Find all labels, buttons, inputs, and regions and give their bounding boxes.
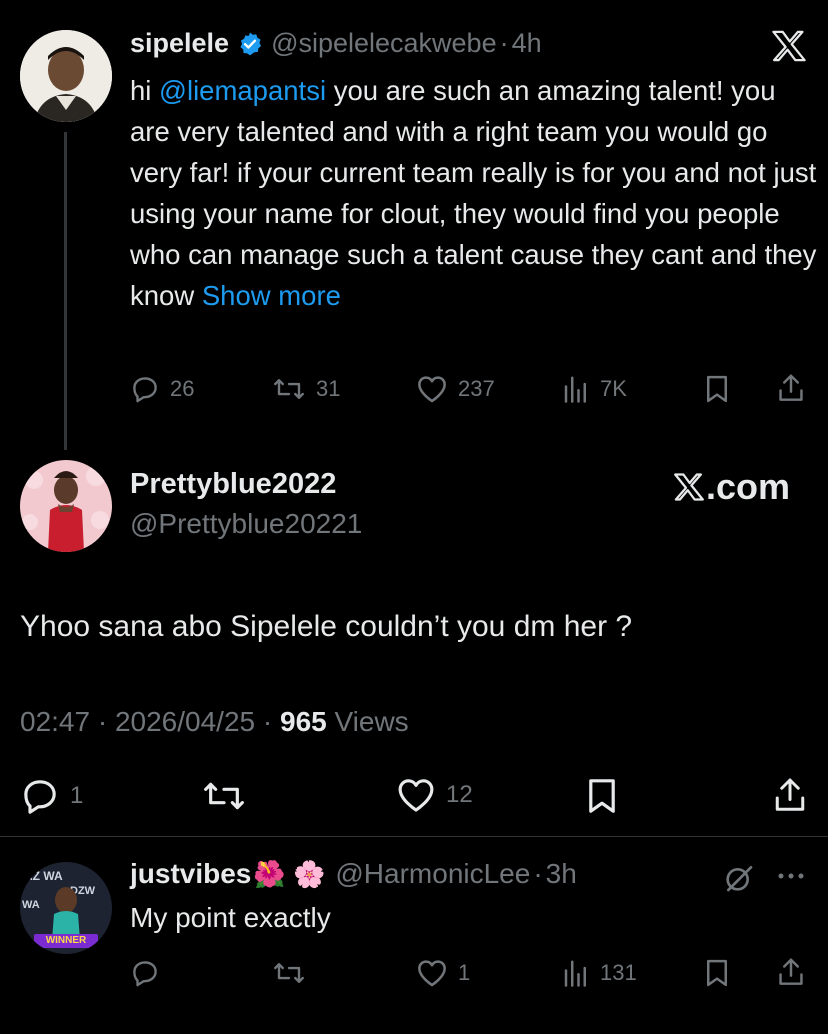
tweet3-like-button[interactable]: 1 <box>416 958 470 988</box>
tweet2-meta: 02:47 · 2026/04/25 · 965 Views <box>20 706 409 738</box>
share-icon <box>772 774 808 816</box>
repost-icon <box>272 958 306 988</box>
svg-text:WA: WA <box>22 899 40 911</box>
tweet3-like-count: 1 <box>458 960 471 985</box>
tweet2-repost-button[interactable] <box>202 776 246 816</box>
tweet3-separator: · <box>533 858 543 889</box>
tweet3-repost-button[interactable] <box>272 958 306 988</box>
avatar-prettyblue[interactable] <box>20 460 112 552</box>
tweet2-bookmark-button[interactable] <box>586 776 618 816</box>
repost-icon <box>272 374 306 404</box>
tweet1-repost-button[interactable]: 31 <box>272 374 340 404</box>
tweet1-time[interactable]: 4h <box>512 28 542 59</box>
tweet3-emoji: 🌺 🌸 <box>253 858 326 889</box>
reply-icon <box>20 776 60 816</box>
verified-badge-icon <box>237 31 263 57</box>
tweet3-time[interactable]: 3h <box>546 858 577 890</box>
x-logo-icon[interactable] <box>772 30 806 62</box>
tweet2-reply-count: 1 <box>70 782 84 809</box>
share-icon <box>776 372 806 404</box>
divider <box>0 836 828 837</box>
svg-text:AZ WA: AZ WA <box>24 869 63 883</box>
meta-sep-1: · <box>97 706 108 737</box>
tweet1-views-button[interactable]: 7K <box>562 374 627 404</box>
tweet3-text: My point exactly <box>130 902 331 933</box>
tweet3-header: justvibes 🌺 🌸 @HarmonicLee · 3h <box>130 858 577 890</box>
tweet3-handle[interactable]: @HarmonicLee <box>335 858 530 890</box>
more-options-icon[interactable] <box>776 866 806 886</box>
tweet2-time[interactable]: 02:47 <box>20 706 90 737</box>
reply-icon <box>130 374 160 404</box>
mention-link[interactable]: @liemapantsi <box>159 75 326 106</box>
tweet1-header: sipelele @sipelelecakwebe · 4h <box>130 28 542 59</box>
tweet2-display-name[interactable]: Prettyblue2022 <box>130 468 336 501</box>
show-more-link[interactable]: Show more <box>202 280 341 311</box>
tweet1-text: hi @liemapantsi you are such an amazing … <box>130 70 820 316</box>
share-icon <box>776 956 806 988</box>
repost-icon <box>202 776 246 816</box>
like-icon <box>416 958 448 988</box>
views-icon <box>562 374 590 404</box>
views-icon <box>562 958 590 988</box>
x-logo-icon <box>674 473 704 501</box>
thread-line <box>64 132 67 450</box>
tweet2-reply-button[interactable]: 1 <box>20 776 83 816</box>
tweet3-display-name[interactable]: justvibes <box>130 858 251 890</box>
like-icon <box>396 776 436 814</box>
tweet1-text-prefix: hi <box>130 75 160 106</box>
tweet1-display-name[interactable]: sipelele <box>130 28 229 59</box>
bookmark-icon <box>586 776 618 816</box>
watermark-text: .com <box>705 466 790 507</box>
tweet1-repost-count: 31 <box>316 376 341 401</box>
tweet3-reply-button[interactable] <box>130 958 160 988</box>
tweet1-like-button[interactable]: 237 <box>416 374 495 404</box>
grok-icon[interactable] <box>722 862 756 894</box>
tweet2-share-button[interactable] <box>772 774 808 816</box>
tweet3-views-count: 131 <box>600 960 637 985</box>
tweet2-like-button[interactable]: 12 <box>396 776 473 814</box>
bookmark-icon <box>704 958 730 988</box>
tweet1-like-count: 237 <box>458 376 495 401</box>
x-com-watermark: .com <box>674 466 790 508</box>
tweet2-handle[interactable]: @Prettyblue20221 <box>130 508 362 540</box>
tweet3-share-button[interactable] <box>776 956 806 988</box>
tweet1-views-count: 7K <box>600 376 627 401</box>
tweet1-text-body: you are such an amazing talent! you are … <box>130 75 817 311</box>
tweet3-views-button[interactable]: 131 <box>562 958 637 988</box>
avatar-badge-text: WINNER <box>45 935 87 946</box>
meta-sep-2: · <box>262 706 273 737</box>
like-icon <box>416 374 448 404</box>
tweet2-like-count: 12 <box>446 781 473 808</box>
bookmark-icon <box>704 374 730 404</box>
tweet2-views-count: 965 <box>280 706 327 737</box>
tweet1-handle[interactable]: @sipelelecakwebe <box>271 28 497 59</box>
tweet2-views-label: Views <box>334 706 409 737</box>
avatar-justvibes[interactable]: AZ WA DZW WA WINNER <box>20 862 112 954</box>
tweet3-bookmark-button[interactable] <box>704 958 730 988</box>
reply-icon <box>130 958 160 988</box>
tweet2-text: Yhoo sana abo Sipelele couldn’t you dm h… <box>20 610 633 643</box>
tweet1-reply-count: 26 <box>170 376 195 401</box>
tweet1-share-button[interactable] <box>776 372 806 404</box>
tweet1-reply-button[interactable]: 26 <box>130 374 194 404</box>
tweet1-bookmark-button[interactable] <box>704 374 730 404</box>
tweet2-date[interactable]: 2026/04/25 <box>115 706 255 737</box>
avatar-sipelele[interactable] <box>20 30 112 122</box>
tweet1-separator: · <box>499 28 509 58</box>
